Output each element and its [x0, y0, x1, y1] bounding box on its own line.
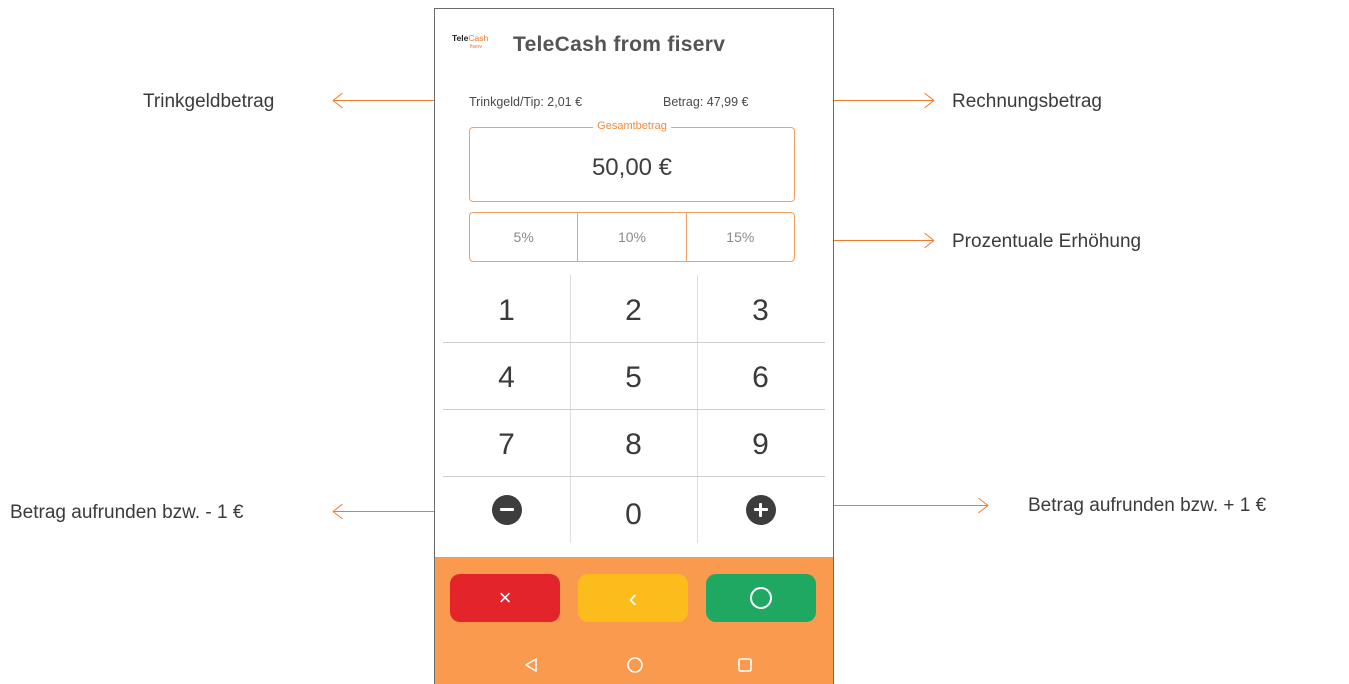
- key-4[interactable]: 4: [443, 344, 570, 411]
- action-bar: × ‹: [435, 557, 833, 684]
- key-2[interactable]: 2: [570, 277, 697, 344]
- key-9[interactable]: 9: [697, 411, 824, 478]
- key-0[interactable]: 0: [570, 481, 697, 548]
- decrease-button[interactable]: [443, 476, 570, 543]
- payment-terminal-screen: TeleCash fiserv TeleCash from fiserv Tri…: [434, 8, 834, 684]
- chevron-left-icon: ‹: [628, 582, 638, 613]
- confirm-circle-icon: [750, 587, 772, 609]
- percent-15-button[interactable]: 15%: [685, 213, 794, 261]
- annotation-round-down: Betrag aufrunden bzw. - 1 €: [10, 502, 244, 523]
- total-amount-value: 50,00 €: [591, 154, 673, 181]
- annotation-percent-increase: Prozentuale Erhöhung: [952, 231, 1142, 252]
- tip-amount-text: Trinkgeld/Tip: 2,01 €: [469, 95, 583, 109]
- minus-circle-icon: [491, 494, 522, 525]
- nav-home-circle-icon: [627, 657, 643, 673]
- app-title: TeleCash from fiserv: [513, 33, 726, 56]
- total-amount-label: Gesamtbetrag: [593, 120, 671, 132]
- nav-back-button[interactable]: [511, 652, 551, 678]
- plus-circle-icon: [745, 494, 776, 525]
- logo-text-b: Cash: [468, 33, 489, 43]
- key-3[interactable]: 3: [697, 277, 824, 344]
- key-8[interactable]: 8: [570, 411, 697, 478]
- total-amount-field[interactable]: Gesamtbetrag 50,00 €: [469, 120, 795, 202]
- cancel-button[interactable]: ×: [450, 574, 560, 622]
- nav-recents-square-icon: [738, 658, 752, 672]
- increase-button[interactable]: [697, 476, 824, 543]
- app-header: TeleCash fiserv TeleCash from fiserv: [435, 9, 833, 79]
- numeric-keypad: 1 2 3 4 5 6 7 8 9 0: [443, 275, 825, 543]
- cancel-x-icon: ×: [498, 585, 512, 610]
- nav-home-button[interactable]: [615, 652, 655, 678]
- percent-button-group: 5% 10% 15%: [469, 212, 795, 262]
- nav-back-triangle-icon: [525, 658, 537, 672]
- annotation-invoice-amount: Rechnungsbetrag: [952, 91, 1102, 112]
- logo-text-a: Tele: [452, 33, 469, 43]
- annotation-tip-amount: Trinkgeldbetrag: [143, 91, 275, 112]
- percent-5-button[interactable]: 5%: [470, 213, 577, 261]
- invoice-amount-text: Betrag: 47,99 €: [663, 95, 749, 109]
- nav-recents-button[interactable]: [725, 652, 765, 678]
- confirm-button[interactable]: [706, 574, 816, 622]
- logo-subtext: fiserv: [470, 44, 482, 50]
- key-5[interactable]: 5: [570, 344, 697, 411]
- telecash-logo: TeleCash fiserv: [452, 33, 492, 55]
- key-6[interactable]: 6: [697, 344, 824, 411]
- back-button[interactable]: ‹: [578, 574, 688, 622]
- percent-10-button[interactable]: 10%: [577, 213, 685, 261]
- key-1[interactable]: 1: [443, 277, 570, 344]
- annotation-round-up: Betrag aufrunden bzw. + 1 €: [1028, 495, 1267, 516]
- key-7[interactable]: 7: [443, 411, 570, 478]
